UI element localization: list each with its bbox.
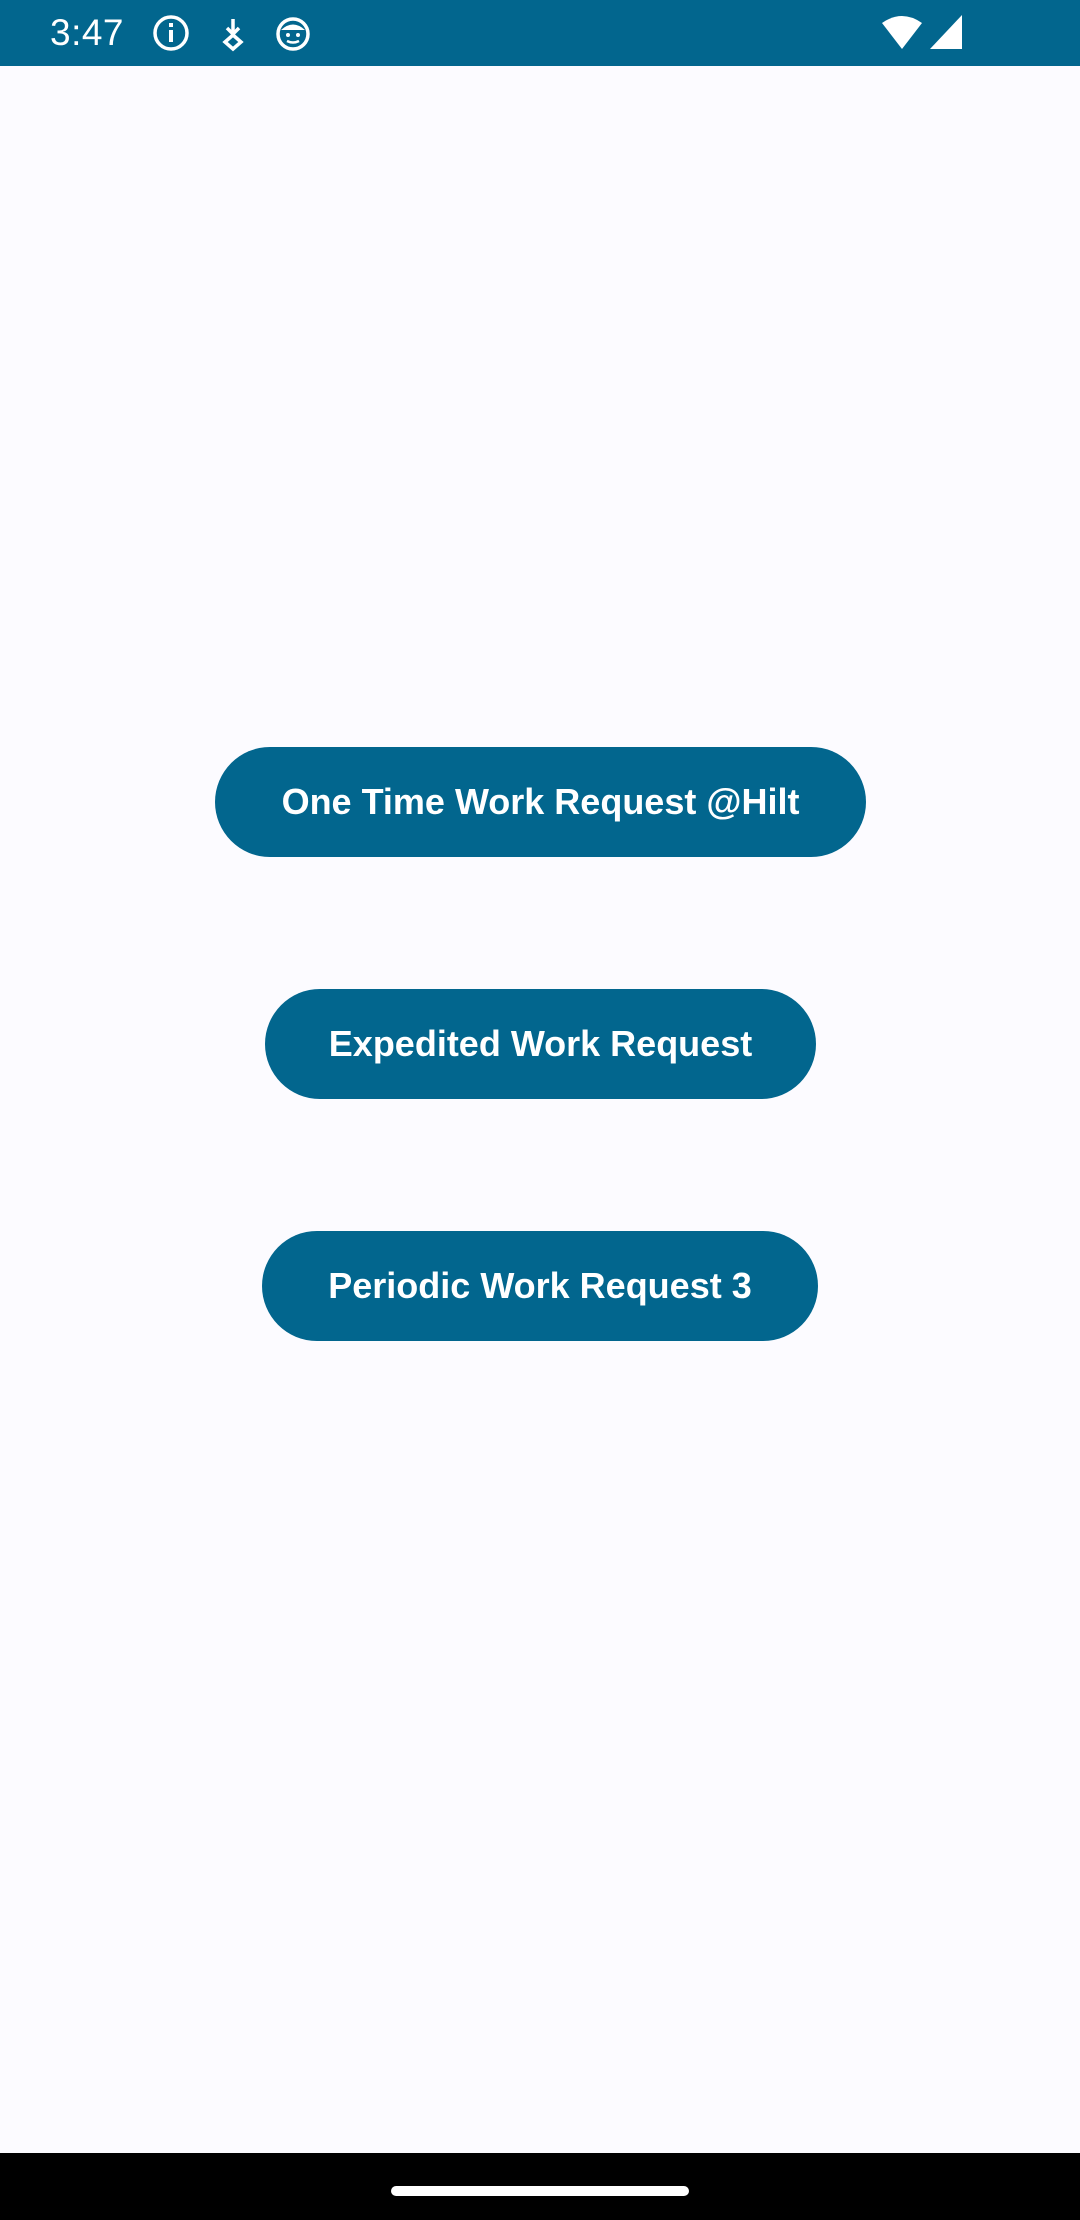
android-debug-icon	[273, 13, 313, 53]
home-gesture-handle[interactable]	[391, 2186, 689, 2196]
main-content	[0, 66, 1080, 2153]
download-icon	[213, 13, 253, 53]
expedited-work-request-button[interactable]: Expedited Work Request	[265, 989, 816, 1099]
status-bar: 3:47	[0, 0, 1080, 66]
info-icon	[151, 13, 191, 53]
one-time-work-request-button[interactable]: One Time Work Request @Hilt	[215, 747, 866, 857]
navigation-bar	[0, 2153, 1080, 2220]
periodic-work-request-button[interactable]: Periodic Work Request 3	[262, 1231, 818, 1341]
wifi-icon	[880, 13, 924, 53]
signal-icon	[928, 13, 966, 53]
status-time: 3:47	[50, 12, 125, 53]
